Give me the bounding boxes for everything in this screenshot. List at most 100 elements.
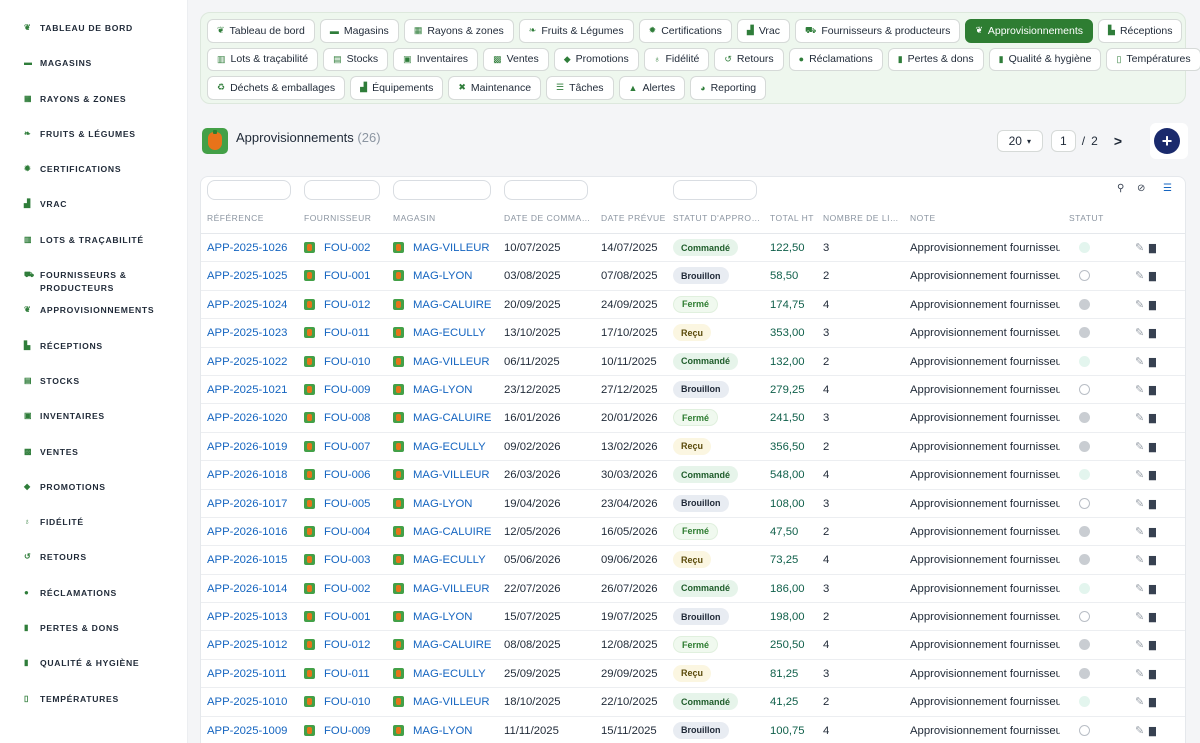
reference-link[interactable]: APP-2026-1017 [207,498,287,510]
trash-icon[interactable]: ▇ [1149,328,1156,339]
reference-link[interactable]: APP-2026-1019 [207,441,287,453]
chip--quipements[interactable]: ▟ Équipements [350,76,444,100]
edit-icon[interactable]: ✎ [1135,582,1144,595]
chip-certifications[interactable]: ✹ Certifications [638,19,732,43]
chip-inventaires[interactable]: ▣ Inventaires [393,47,479,71]
fournisseur-link[interactable]: FOU-007 [324,441,370,453]
table-row[interactable]: APP-2025-1022 FOU-010 MAG-VILLEUR 06/11/202… [201,348,1185,376]
chip-reporting[interactable]: ◕ Reporting [690,76,767,100]
chip-ventes[interactable]: ▩ Ventes [483,47,549,71]
edit-icon[interactable]: ✎ [1135,497,1144,510]
clear-filter-icon[interactable]: ⊘ [1137,183,1145,194]
edit-icon[interactable]: ✎ [1135,326,1144,339]
sidebar-item-qualit-hygi-ne[interactable]: ▮ Qualité & hygiène [0,657,187,692]
filter-magasin-input[interactable] [393,180,491,200]
column-header[interactable]: Statut [1069,213,1104,223]
magasin-link[interactable]: MAG-VILLEUR [413,696,490,708]
fournisseur-link[interactable]: FOU-012 [324,639,370,651]
chip-alertes[interactable]: ▲ Alertes [618,76,686,100]
magasin-link[interactable]: MAG-LYON [413,498,472,510]
chip-promotions[interactable]: ◆ Promotions [553,47,639,71]
table-row[interactable]: APP-2025-1021 FOU-009 MAG-LYON 23/12/2025 27… [201,376,1185,405]
trash-icon[interactable]: ▇ [1149,271,1156,282]
column-header[interactable]: Statut d'appro… [673,213,759,223]
table-row[interactable]: APP-2026-1016 FOU-004 MAG-CALUIRE 12/05/202… [201,518,1185,547]
sidebar-item-inventaires[interactable]: ▣ Inventaires [0,410,187,445]
reference-link[interactable]: APP-2026-1020 [207,412,287,424]
edit-icon[interactable]: ✎ [1135,525,1144,538]
sidebar-item-fruits-l-gumes[interactable]: ❧ Fruits & Légumes [0,128,187,163]
filter-date-commande-input[interactable] [504,180,588,200]
fournisseur-link[interactable]: FOU-002 [324,583,370,595]
column-header[interactable]: Total HT [770,213,814,223]
sidebar-item-retours[interactable]: ↺ Retours [0,551,187,586]
magasin-link[interactable]: MAG-CALUIRE [413,299,491,311]
fournisseur-link[interactable]: FOU-002 [324,242,370,254]
edit-icon[interactable]: ✎ [1135,411,1144,424]
trash-icon[interactable]: ▇ [1149,385,1156,396]
sidebar-item-certifications[interactable]: ✹ Certifications [0,163,187,198]
edit-icon[interactable]: ✎ [1135,695,1144,708]
sidebar-item-temp-ratures[interactable]: ▯ Températures [0,693,187,728]
trash-icon[interactable]: ▇ [1149,300,1156,311]
table-row[interactable]: APP-2025-1025 FOU-001 MAG-LYON 03/08/2025 07… [201,262,1185,291]
magasin-link[interactable]: MAG-ECULLY [413,327,486,339]
trash-icon[interactable]: ▇ [1149,669,1156,680]
magasin-link[interactable]: MAG-LYON [413,611,472,623]
sidebar-item-rayons-zones[interactable]: ▦ Rayons & zones [0,93,187,128]
column-header[interactable]: Note [910,213,936,223]
fournisseur-link[interactable]: FOU-009 [324,384,370,396]
chip-qualit-hygi-ne[interactable]: ▮ Qualité & hygiène [988,47,1102,71]
chip-fruits-l-gumes[interactable]: ❧ Fruits & Légumes [518,19,634,43]
edit-icon[interactable]: ✎ [1135,468,1144,481]
reference-link[interactable]: APP-2025-1021 [207,384,287,396]
reference-link[interactable]: APP-2025-1025 [207,270,287,282]
fournisseur-link[interactable]: FOU-001 [324,611,370,623]
trash-icon[interactable]: ▇ [1149,612,1156,623]
fournisseur-link[interactable]: FOU-010 [324,696,370,708]
sidebar-item-ventes[interactable]: ▩ Ventes [0,446,187,481]
filter-reference-input[interactable] [207,180,291,200]
reference-link[interactable]: APP-2026-1016 [207,526,287,538]
sidebar-item-promotions[interactable]: ◆ Promotions [0,481,187,516]
chip-d-chets-emballages[interactable]: ♻ Déchets & emballages [207,76,346,100]
trash-icon[interactable]: ▇ [1149,413,1156,424]
reference-link[interactable]: APP-2026-1015 [207,554,287,566]
table-row[interactable]: APP-2025-1010 FOU-010 MAG-VILLEUR 18/10/202… [201,688,1185,717]
edit-icon[interactable]: ✎ [1135,241,1144,254]
reference-link[interactable]: APP-2026-1014 [207,583,287,595]
sidebar-item-r-clamations[interactable]: ● Réclamations [0,587,187,622]
filter-statut-input[interactable] [673,180,757,200]
table-row[interactable]: APP-2025-1026 FOU-002 MAG-VILLEUR 10/07/202… [201,234,1185,263]
sidebar-item-approvisionnements[interactable]: ❦ Approvisionnements [0,304,187,339]
edit-icon[interactable]: ✎ [1135,298,1144,311]
edit-icon[interactable]: ✎ [1135,724,1144,737]
magasin-link[interactable]: MAG-LYON [413,725,472,737]
sidebar-item-r-ceptions[interactable]: ▙ Réceptions [0,340,187,375]
table-row[interactable]: APP-2025-1013 FOU-001 MAG-LYON 15/07/2025 19… [201,603,1185,632]
edit-icon[interactable]: ✎ [1135,610,1144,623]
trash-icon[interactable]: ▇ [1149,527,1156,538]
magasin-link[interactable]: MAG-ECULLY [413,554,486,566]
reference-link[interactable]: APP-2025-1023 [207,327,287,339]
chip-maintenance[interactable]: ✖ Maintenance [448,76,542,100]
table-row[interactable]: APP-2025-1011 FOU-011 MAG-ECULLY 25/09/2025… [201,660,1185,689]
reference-link[interactable]: APP-2025-1011 [207,668,287,680]
chip-r-clamations[interactable]: ● Réclamations [788,47,883,71]
current-page-input[interactable]: 1 [1050,130,1076,152]
magasin-link[interactable]: MAG-CALUIRE [413,526,491,538]
column-header[interactable]: Nombre de li… [823,213,899,223]
reference-link[interactable]: APP-2025-1010 [207,696,287,708]
chip-tableau-de-bord[interactable]: ❦ Tableau de bord [207,19,315,43]
chip-r-ceptions[interactable]: ▙ Réceptions [1098,19,1183,43]
table-row[interactable]: APP-2026-1019 FOU-007 MAG-ECULLY 09/02/2026… [201,433,1185,462]
trash-icon[interactable]: ▇ [1149,470,1156,481]
magasin-link[interactable]: MAG-VILLEUR [413,583,490,595]
column-header[interactable]: Date prévue [601,213,666,223]
table-row[interactable]: APP-2026-1018 FOU-006 MAG-VILLEUR 26/03/202… [201,461,1185,490]
magasin-link[interactable]: MAG-VILLEUR [413,356,490,368]
reference-link[interactable]: APP-2025-1009 [207,725,287,737]
table-row[interactable]: APP-2025-1023 FOU-011 MAG-ECULLY 13/10/2025… [201,319,1185,348]
magasin-link[interactable]: MAG-LYON [413,384,472,396]
fournisseur-link[interactable]: FOU-008 [324,412,370,424]
